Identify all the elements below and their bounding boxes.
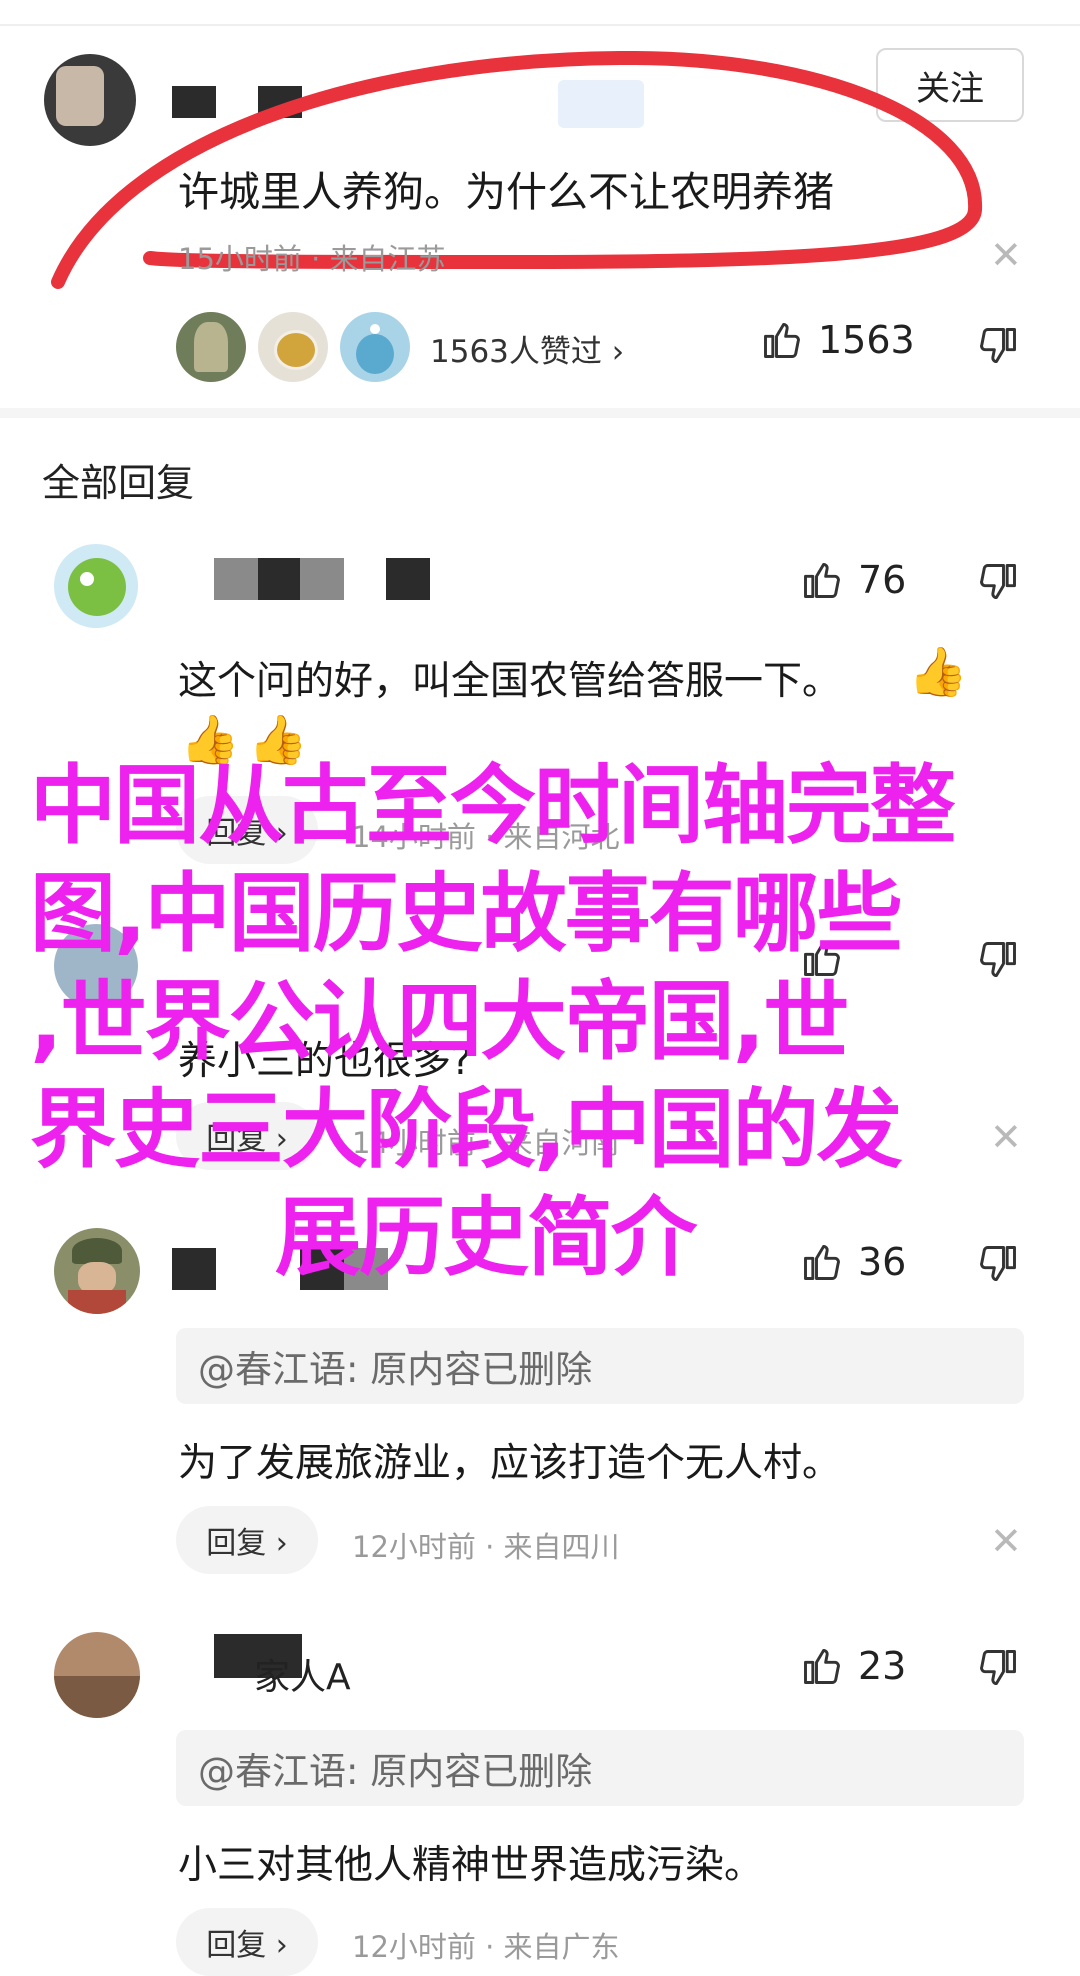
likers-summary-link[interactable]: 1563人赞过 › (430, 326, 624, 371)
liker-avatar-2[interactable] (258, 312, 328, 382)
thumbs-up-icon (804, 562, 840, 598)
reply-4-text: 小三对其他人精神世界造成污染。 (178, 1843, 764, 1888)
liker-avatar-3[interactable] (340, 312, 410, 382)
reply-4-reply-button[interactable]: 回复 › (176, 1908, 318, 1976)
thumbs-up-icon (804, 1648, 840, 1684)
top-comment-meta: 15小时前 · 来自江苏 (178, 242, 446, 276)
reply-4-avatar[interactable] (54, 1632, 140, 1718)
reply-1-avatar[interactable] (54, 544, 138, 628)
reply-4-like-count: 23 (858, 1644, 907, 1688)
reply-1-username-part2 (300, 558, 344, 600)
reply-1-username-part3 (386, 558, 430, 600)
liker-avatar-1[interactable] (176, 312, 246, 382)
reply-3-reply-button[interactable]: 回复 › (176, 1506, 318, 1574)
overlay-title: 中国从古至今时间轴完整 图,中国历史故事有哪些 ,世界公认四大帝国,世 界史三大… (30, 752, 1060, 1292)
reply-1-text: 这个问的好，叫全国农管给答服一下。 (178, 659, 842, 704)
reply-3-quote[interactable]: @春江语: 原内容已删除 (176, 1328, 1024, 1404)
reply-1-like-count: 76 (858, 558, 907, 602)
reply-1-username-part (258, 558, 302, 600)
reply-4-meta: 12小时前 · 来自广东 (352, 1930, 620, 1964)
top-comment-close-icon[interactable]: ✕ (990, 236, 1022, 274)
overlay-title-line: ,世界公认四大帝国,世 (30, 972, 849, 1072)
top-comment-like-count: 1563 (818, 318, 915, 362)
all-replies-heading: 全部回复 (42, 461, 195, 505)
reply-1-like-button[interactable]: 76 (800, 558, 906, 602)
top-comment-like-button[interactable]: 1563 (760, 318, 915, 362)
reply-4-quote[interactable]: @春江语: 原内容已删除 (176, 1730, 1024, 1806)
thumbs-down-icon[interactable] (976, 560, 1020, 604)
overlay-title-line: 界史三大阶段,中国的发 (30, 1080, 903, 1180)
overlay-title-line: 展历史简介 (275, 1188, 697, 1288)
thumbs-up-emoji: 👍 (908, 644, 968, 700)
reply-3-close-icon[interactable]: ✕ (990, 1522, 1022, 1560)
overlay-title-line: 图,中国历史故事有哪些 (30, 864, 903, 964)
reply-3-text: 为了发展旅游业，应该打造个无人村。 (178, 1441, 842, 1486)
thumbs-down-icon[interactable] (976, 324, 1020, 368)
reply-3-meta: 12小时前 · 来自四川 (352, 1530, 620, 1564)
thumbs-down-icon[interactable] (976, 1646, 1020, 1690)
top-comment-text: 许城里人养狗。为什么不让农明养猪 (178, 168, 834, 216)
reply-4-username[interactable]: 家人A (254, 1648, 351, 1700)
section-divider (0, 408, 1080, 418)
thumbs-up-icon (764, 322, 800, 358)
reply-4-like-button[interactable]: 23 (800, 1644, 906, 1688)
overlay-title-line: 中国从古至今时间轴完整 (30, 756, 956, 856)
